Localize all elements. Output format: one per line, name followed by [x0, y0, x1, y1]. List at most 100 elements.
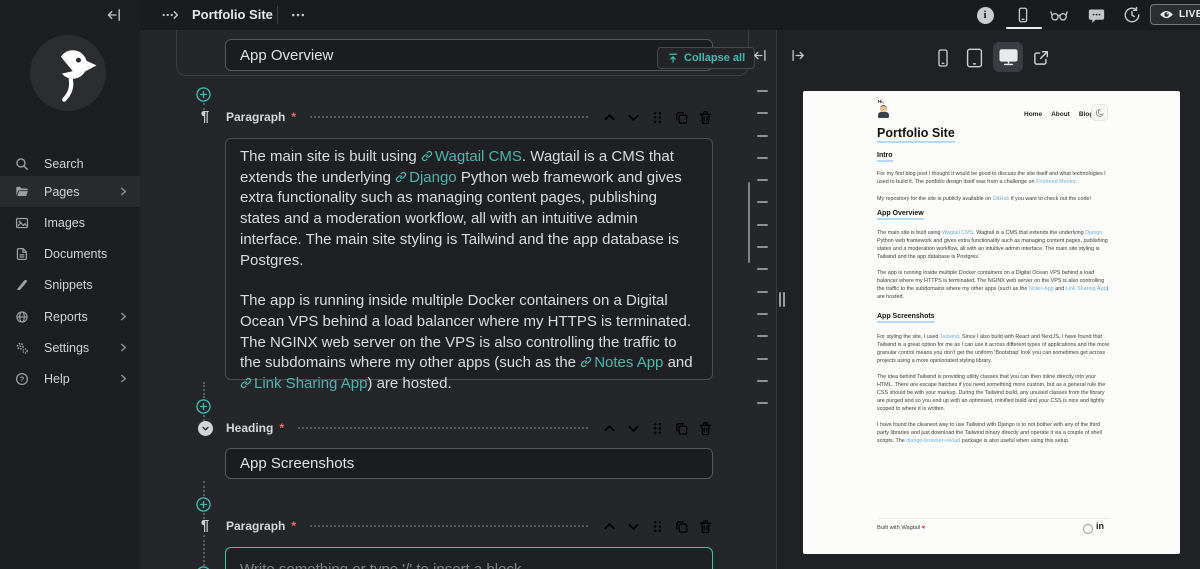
- minimap-line[interactable]: [756, 402, 768, 405]
- mobile-icon: [1018, 7, 1028, 23]
- minimap-line[interactable]: [756, 112, 768, 115]
- preview-mode-button[interactable]: [1012, 4, 1034, 26]
- inline-link[interactable]: Wagtail CMS: [421, 148, 522, 165]
- sidebar-item-help[interactable]: ? Help: [0, 363, 140, 394]
- inline-link[interactable]: Notes App: [580, 354, 663, 371]
- preview-tablet-button[interactable]: [961, 44, 987, 72]
- inline-link[interactable]: Frontend Mentor: [1036, 179, 1076, 185]
- wagtail-logo[interactable]: [30, 35, 106, 111]
- history-button[interactable]: [1121, 4, 1143, 26]
- title-field[interactable]: [225, 39, 713, 71]
- minimap-line[interactable]: [756, 357, 768, 360]
- minimap-line[interactable]: [756, 246, 768, 249]
- drag-handle[interactable]: [650, 519, 665, 534]
- minimap-line[interactable]: [756, 201, 768, 204]
- add-block-button[interactable]: [196, 497, 211, 512]
- delete-button[interactable]: [698, 519, 713, 534]
- inline-link[interactable]: Tailwind: [940, 334, 959, 340]
- preview-panel: Hi, Home About Blog Portfolio Site Intro…: [777, 30, 1200, 569]
- paragraph-rich-text[interactable]: The main site is built using Wagtail CMS…: [225, 138, 713, 392]
- page-editor: Collapse all ¶ Paragraph *: [140, 18, 776, 569]
- sidebar-item-label: Settings: [44, 340, 90, 355]
- comments-button[interactable]: [1085, 5, 1107, 25]
- move-down-button[interactable]: [626, 421, 641, 436]
- avatar: [877, 105, 890, 119]
- minimap-line[interactable]: [756, 268, 768, 271]
- page-actions-menu-button[interactable]: [286, 3, 310, 27]
- delete-button[interactable]: [698, 110, 713, 125]
- inline-link[interactable]: Django: [395, 169, 457, 186]
- gears-icon: [16, 342, 28, 354]
- inline-link[interactable]: Link Sharing App: [1066, 286, 1107, 292]
- drag-handle[interactable]: [650, 421, 665, 436]
- minimap-line[interactable]: [756, 179, 768, 182]
- sidebar-item-documents[interactable]: Documents: [0, 238, 140, 269]
- drag-handle[interactable]: [650, 110, 665, 125]
- preview-resize-handle[interactable]: [779, 292, 785, 307]
- site-preview[interactable]: Hi, Home About Blog Portfolio Site Intro…: [803, 91, 1180, 554]
- move-up-button[interactable]: [602, 519, 617, 534]
- linkedin-icon[interactable]: in: [1096, 521, 1104, 531]
- nav-link-home[interactable]: Home: [1024, 111, 1042, 118]
- delete-button[interactable]: [698, 421, 713, 436]
- minimap-line[interactable]: [756, 134, 768, 137]
- block-header-rule: [310, 525, 588, 527]
- preview-section-heading: App Screenshots: [877, 313, 935, 323]
- sidebar-item-settings[interactable]: Settings: [0, 332, 140, 363]
- preview-mobile-button[interactable]: [930, 44, 956, 72]
- move-up-button[interactable]: [602, 110, 617, 125]
- minimap-line[interactable]: [756, 290, 768, 293]
- inline-link[interactable]: Notes App: [1029, 286, 1054, 292]
- move-down-button[interactable]: [626, 519, 641, 534]
- globe-icon: [16, 310, 28, 323]
- collapse-minimap-button[interactable]: [752, 47, 770, 63]
- required-asterisk: *: [279, 421, 285, 435]
- sidebar-search[interactable]: Search: [0, 148, 140, 179]
- minimap-line[interactable]: [756, 312, 768, 315]
- folder-icon: [16, 186, 28, 196]
- minimap-line[interactable]: [756, 156, 768, 159]
- duplicate-button[interactable]: [674, 421, 689, 436]
- live-status-button[interactable]: LIVE: [1150, 4, 1200, 25]
- add-block-button[interactable]: [196, 399, 211, 414]
- collapse-block-toggle[interactable]: [197, 420, 213, 436]
- add-block-button[interactable]: [196, 87, 211, 102]
- sidebar-item-pages[interactable]: Pages: [0, 176, 140, 207]
- chevron-right-icon: [120, 343, 127, 352]
- paragraph-editor-focused[interactable]: Write something or type '/' to insert a …: [225, 547, 713, 569]
- info-button[interactable]: i: [976, 6, 994, 24]
- inline-link[interactable]: GitHub: [993, 196, 1010, 202]
- heading-field[interactable]: [225, 448, 713, 479]
- duplicate-button[interactable]: [674, 519, 689, 534]
- inline-link[interactable]: Wagtail CMS: [942, 230, 973, 236]
- move-up-button[interactable]: [602, 421, 617, 436]
- sidebar-item-snippets[interactable]: Snippets: [0, 269, 140, 300]
- sidebar-item-reports[interactable]: Reports: [0, 301, 140, 332]
- minimap-line[interactable]: [756, 223, 768, 226]
- move-down-button[interactable]: [626, 110, 641, 125]
- open-preview-new-window-button[interactable]: [1028, 44, 1054, 72]
- sidebar-item-images[interactable]: Images: [0, 207, 140, 238]
- rich-text-paragraph: The app is running inside multiple Docke…: [240, 292, 693, 393]
- accessibility-checks-button[interactable]: [1048, 5, 1070, 25]
- editor-placeholder: Write something or type '/' to insert a …: [240, 561, 521, 569]
- inline-link[interactable]: Link Sharing App: [240, 375, 367, 392]
- inline-link[interactable]: Django: [1085, 230, 1102, 236]
- minimap-line[interactable]: [756, 379, 768, 382]
- tablet-icon: [966, 48, 982, 68]
- inline-link[interactable]: django-browser-reload: [906, 438, 960, 444]
- github-icon[interactable]: [1083, 524, 1093, 534]
- minimap-scroll-indicator[interactable]: [748, 182, 750, 263]
- minimap-line[interactable]: [756, 90, 768, 92]
- minimap[interactable]: [756, 90, 768, 405]
- expand-preview-button[interactable]: [790, 47, 808, 63]
- dark-mode-toggle[interactable]: [1091, 104, 1108, 121]
- nav-link-about[interactable]: About: [1051, 111, 1070, 118]
- breadcrumb-expand-button[interactable]: [158, 4, 182, 26]
- duplicate-button[interactable]: [674, 110, 689, 125]
- minimap-line[interactable]: [756, 335, 768, 338]
- preview-desktop-button[interactable]: [993, 42, 1023, 72]
- collapse-sidebar-button[interactable]: [102, 3, 126, 27]
- collapse-all-button[interactable]: Collapse all: [657, 47, 756, 69]
- collapse-up-icon: [668, 53, 678, 63]
